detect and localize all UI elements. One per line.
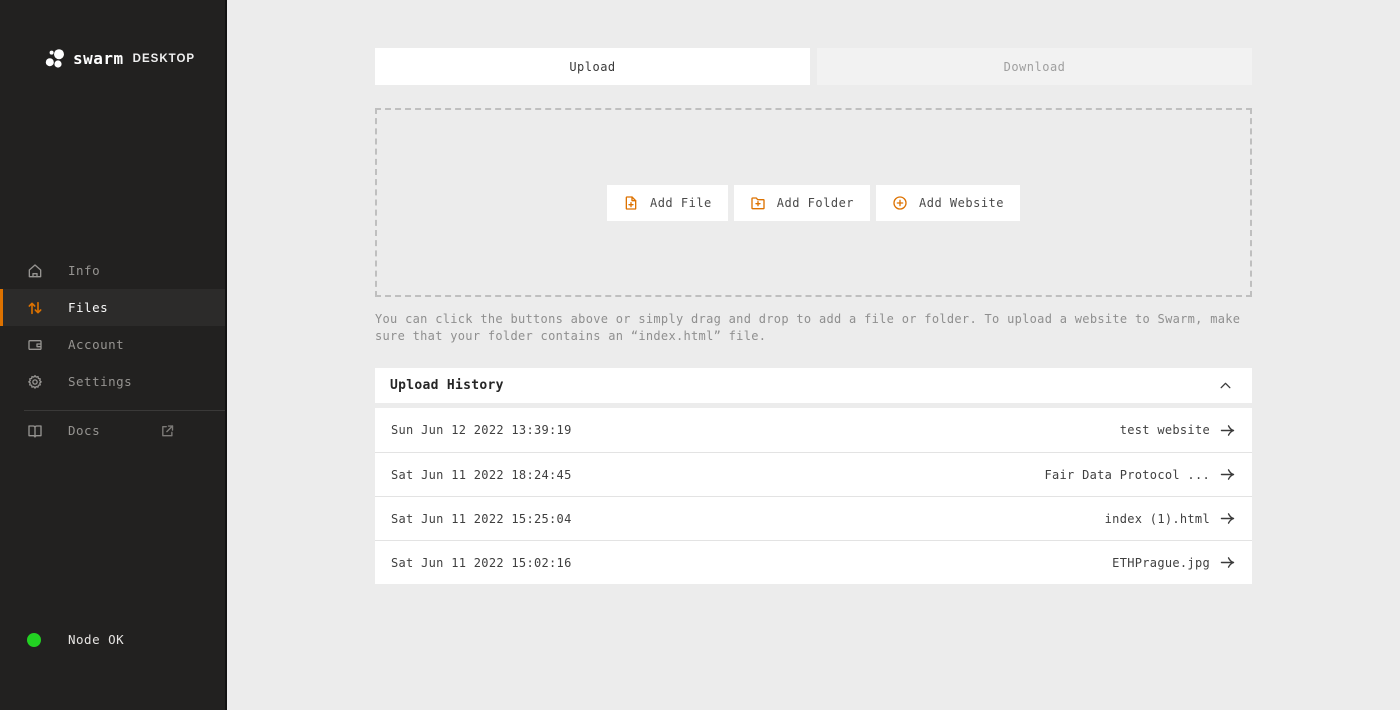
- circle-plus-icon: [892, 195, 908, 211]
- history-row-name: index (1).html: [1105, 512, 1210, 526]
- sidebar-item-label: Account: [68, 337, 124, 352]
- folder-plus-icon: [750, 195, 766, 211]
- sidebar-item-account[interactable]: Account: [0, 326, 225, 363]
- book-icon: [27, 423, 43, 439]
- arrow-right-icon[interactable]: [1219, 466, 1236, 483]
- arrows-up-down-icon: [27, 300, 43, 316]
- history-row[interactable]: Sun Jun 12 2022 13:39:19 test website: [375, 408, 1252, 452]
- arrow-right-icon[interactable]: [1219, 510, 1236, 527]
- brand-suffix: DESKTOP: [133, 53, 195, 65]
- add-website-button[interactable]: Add Website: [876, 185, 1020, 221]
- sidebar-item-files[interactable]: Files: [0, 289, 225, 326]
- history-row-name: ETHPrague.jpg: [1112, 556, 1210, 570]
- upload-history-title: Upload History: [390, 378, 504, 393]
- sidebar-divider: [24, 410, 225, 411]
- history-row[interactable]: Sat Jun 11 2022 18:24:45 Fair Data Proto…: [375, 452, 1252, 496]
- main-area: Upload Download Add File: [229, 0, 1400, 710]
- node-status-dot: [27, 633, 41, 647]
- chevron-up-icon: [1219, 379, 1232, 392]
- sidebar-item-label: Info: [68, 263, 100, 278]
- wallet-icon: [27, 337, 43, 353]
- home-icon: [27, 263, 43, 279]
- sidebar-item-label: Files: [68, 300, 108, 315]
- sidebar-item-label: Settings: [68, 374, 132, 389]
- history-row-timestamp: Sun Jun 12 2022 13:39:19: [391, 423, 572, 437]
- history-row-name: test website: [1120, 423, 1210, 437]
- add-file-label: Add File: [650, 196, 712, 210]
- dropzone-buttons: Add File Add Folder: [607, 185, 1020, 221]
- arrow-right-icon[interactable]: [1219, 422, 1236, 439]
- file-dropzone[interactable]: Add File Add Folder: [375, 108, 1252, 297]
- app-logo: swarm DESKTOP: [45, 48, 195, 69]
- sidebar: swarm DESKTOP Info Files: [0, 0, 227, 710]
- gear-icon: [27, 374, 43, 390]
- node-status: Node OK: [27, 632, 124, 647]
- tab-upload[interactable]: Upload: [375, 48, 810, 85]
- sidebar-item-docs[interactable]: Docs: [0, 412, 225, 449]
- add-folder-label: Add Folder: [777, 196, 854, 210]
- sidebar-item-info[interactable]: Info: [0, 252, 225, 289]
- add-file-button[interactable]: Add File: [607, 185, 728, 221]
- upload-history-header[interactable]: Upload History: [375, 368, 1252, 403]
- node-status-label: Node OK: [68, 632, 124, 647]
- add-folder-button[interactable]: Add Folder: [734, 185, 870, 221]
- sidebar-item-settings[interactable]: Settings: [0, 363, 225, 400]
- history-row-timestamp: Sat Jun 11 2022 18:24:45: [391, 468, 572, 482]
- history-row-timestamp: Sat Jun 11 2022 15:25:04: [391, 512, 572, 526]
- history-row-timestamp: Sat Jun 11 2022 15:02:16: [391, 556, 572, 570]
- history-row-name: Fair Data Protocol ...: [1044, 468, 1210, 482]
- sidebar-item-label: Docs: [68, 423, 100, 438]
- swarm-logo-icon: [45, 48, 66, 69]
- brand-name: swarm: [73, 49, 124, 68]
- tab-download[interactable]: Download: [817, 48, 1252, 85]
- upload-download-tabs: Upload Download: [375, 48, 1252, 85]
- history-row[interactable]: Sat Jun 11 2022 15:02:16 ETHPrague.jpg: [375, 540, 1252, 584]
- dropzone-hint: You can click the buttons above or simpl…: [375, 311, 1252, 344]
- sidebar-nav: Info Files Account: [0, 252, 225, 449]
- file-plus-icon: [623, 195, 639, 211]
- upload-history-list: Sun Jun 12 2022 13:39:19 test website Sa…: [375, 408, 1252, 584]
- history-row[interactable]: Sat Jun 11 2022 15:25:04 index (1).html: [375, 496, 1252, 540]
- upload-history-section: Upload History Sun Jun 12 2022 13:39:19 …: [375, 368, 1252, 584]
- external-link-icon: [160, 423, 175, 438]
- add-website-label: Add Website: [919, 196, 1004, 210]
- arrow-right-icon[interactable]: [1219, 554, 1236, 571]
